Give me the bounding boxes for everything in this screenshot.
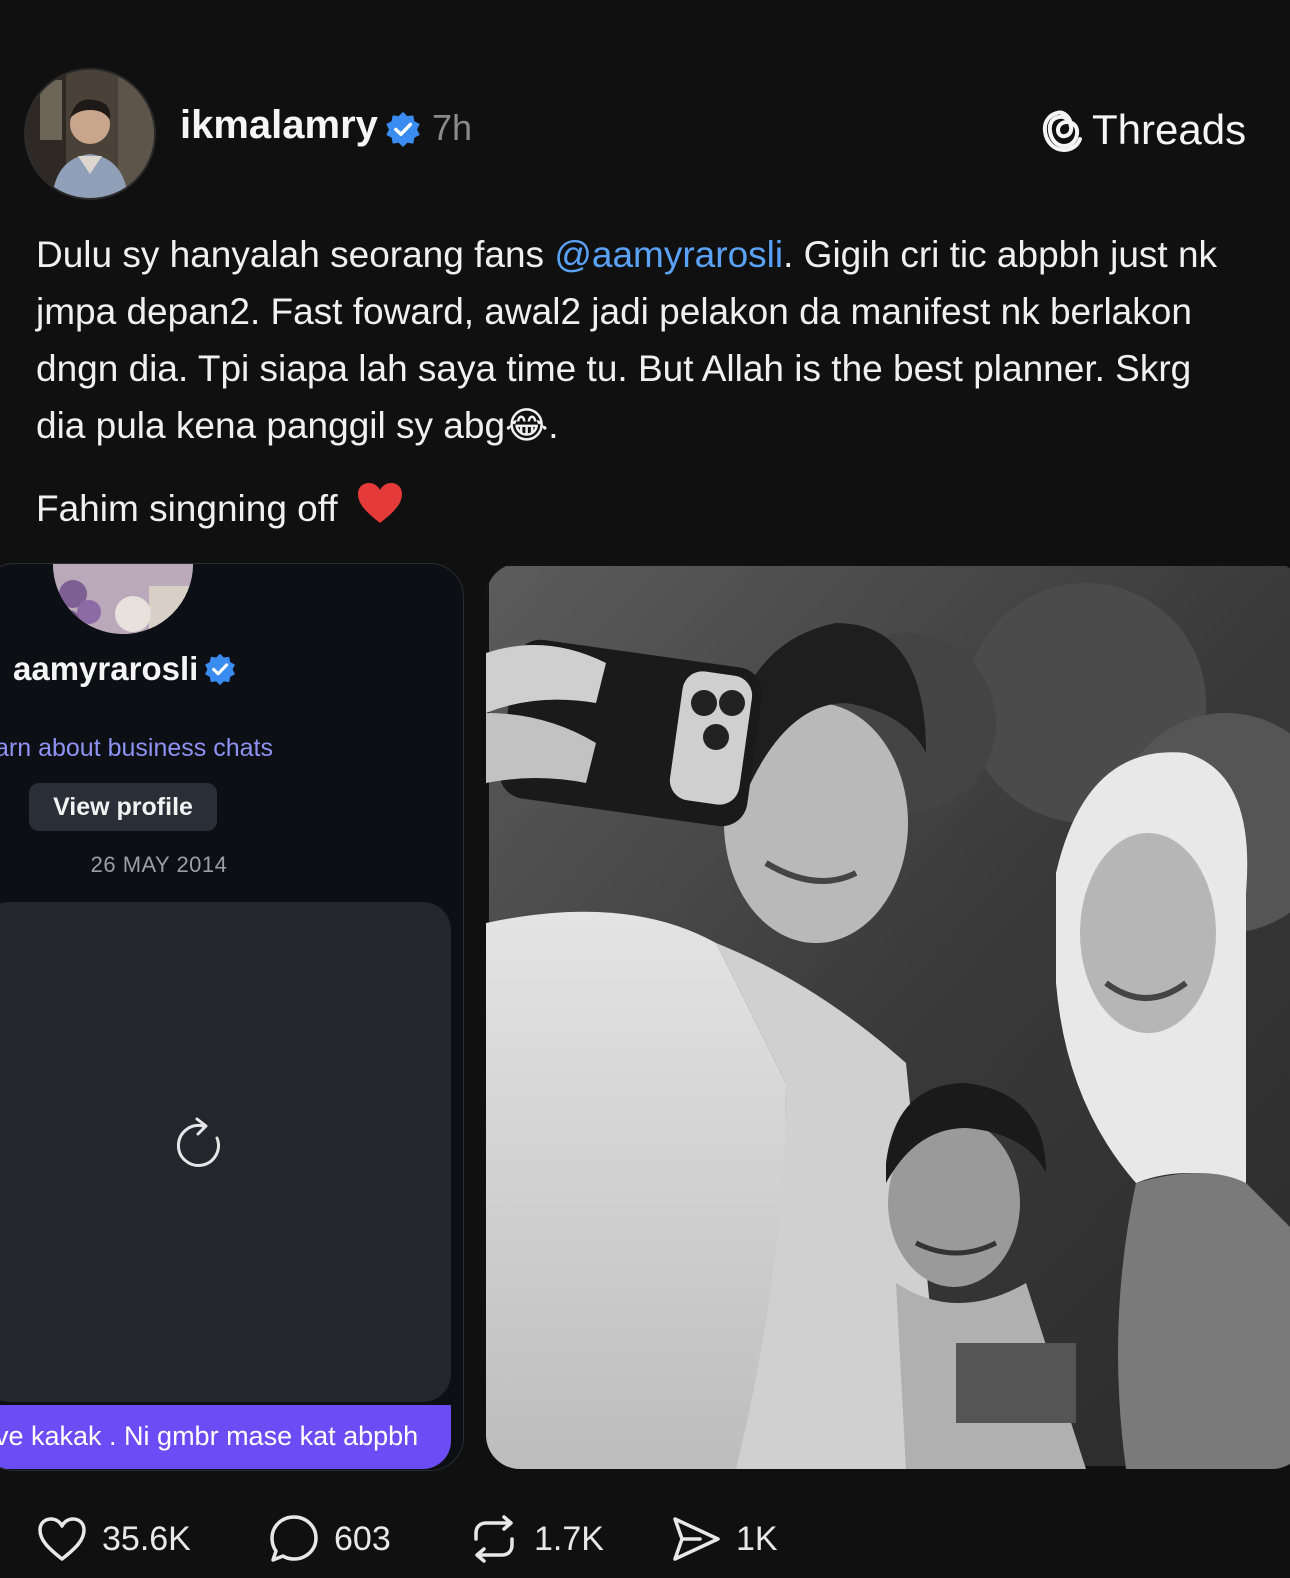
bw-family-photo bbox=[486, 563, 1290, 1469]
card-profile-name: aamyrarosli bbox=[13, 650, 199, 687]
mention-link[interactable]: @aamyrarosli bbox=[554, 234, 783, 275]
post-text-end: . bbox=[548, 405, 559, 446]
red-heart-emoji: ❤️ bbox=[356, 481, 404, 541]
message-text: ve kakak . Ni gmbr mase kat abpbh bbox=[0, 1421, 419, 1451]
author-avatar[interactable] bbox=[24, 68, 156, 200]
screenshot-card[interactable]: aamyrarosli arn about business chats Vie… bbox=[0, 563, 464, 1471]
view-profile-button: View profile bbox=[29, 783, 217, 831]
chat-date: 26 MAY 2014 bbox=[90, 852, 228, 877]
post-header: ikmalamry 7h Threads bbox=[0, 0, 1290, 220]
post-signoff: Fahim singning off ❤️ bbox=[36, 480, 404, 541]
card-verified-badge-icon bbox=[205, 653, 235, 686]
like-button[interactable]: 35.6K bbox=[36, 1514, 191, 1564]
business-chats-link: arn about business chats bbox=[0, 734, 273, 762]
author-username[interactable]: ikmalamry bbox=[180, 103, 378, 148]
message-bubble: ve kakak . Ni gmbr mase kat abpbh bbox=[0, 1405, 451, 1469]
photo-card[interactable] bbox=[486, 563, 1290, 1469]
share-count: 1K bbox=[736, 1519, 778, 1558]
action-bar: 35.6K 603 1.7K 1K bbox=[0, 1500, 1290, 1578]
send-icon bbox=[673, 1517, 720, 1561]
reload-icon bbox=[176, 1117, 220, 1167]
card-profile-avatar bbox=[53, 564, 193, 634]
heart-icon bbox=[38, 1517, 86, 1561]
signoff-text: Fahim singning off bbox=[36, 488, 338, 529]
comment-icon bbox=[270, 1515, 318, 1562]
repost-count: 1.7K bbox=[534, 1519, 604, 1558]
like-count: 35.6K bbox=[102, 1519, 191, 1558]
comment-count: 603 bbox=[334, 1519, 391, 1558]
repost-button[interactable]: 1.7K bbox=[468, 1514, 604, 1564]
share-button[interactable]: 1K bbox=[670, 1514, 778, 1564]
post-body: Dulu sy hanyalah seorang fans @aamyraros… bbox=[36, 226, 1236, 454]
repost-icon bbox=[474, 1515, 514, 1563]
threads-logo-icon[interactable] bbox=[1040, 106, 1084, 154]
comment-button[interactable]: 603 bbox=[268, 1514, 391, 1564]
laugh-emoji: 😂 bbox=[505, 405, 549, 446]
post-text-start: Dulu sy hanyalah seorang fans bbox=[36, 234, 555, 275]
verified-badge-icon bbox=[386, 111, 420, 148]
threads-wordmark: Threads bbox=[1092, 106, 1247, 153]
post-time: 7h bbox=[432, 107, 473, 148]
